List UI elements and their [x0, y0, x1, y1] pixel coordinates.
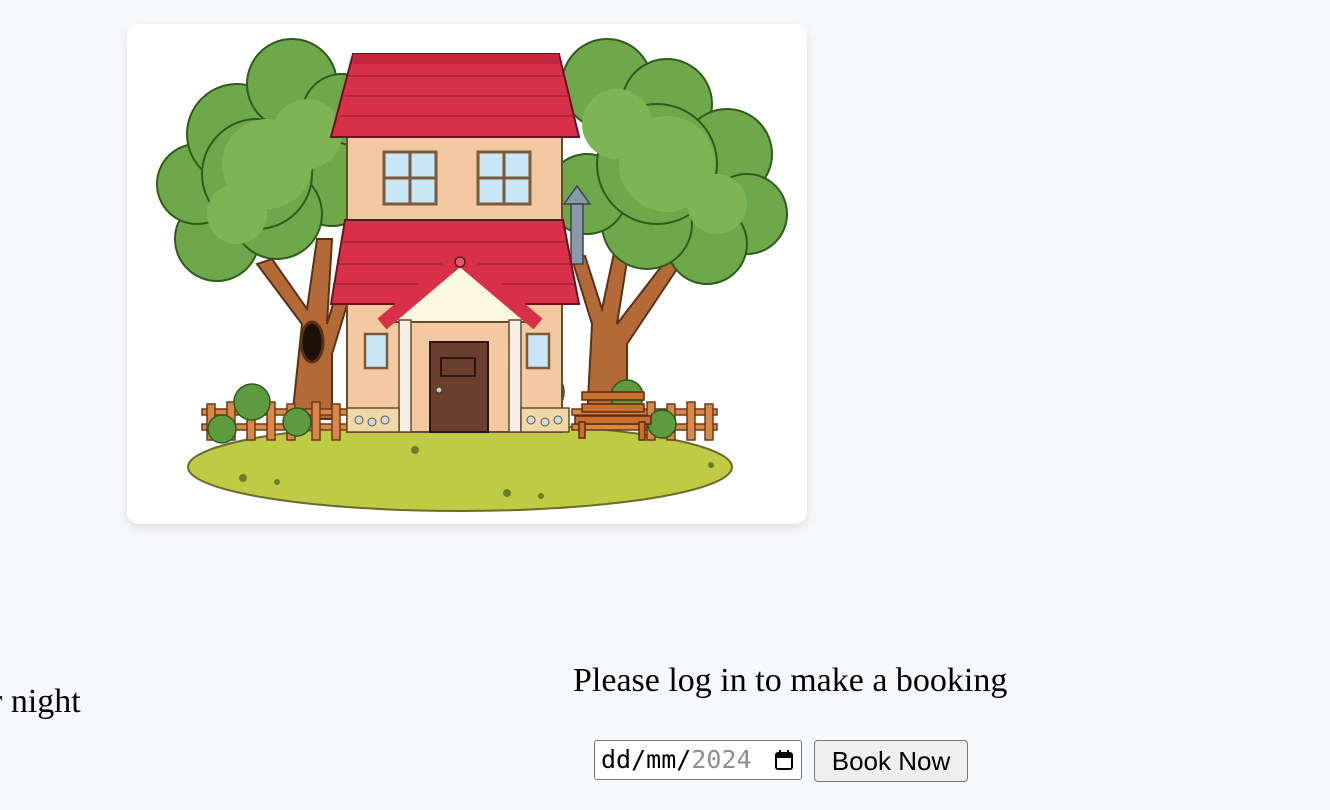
login-required-message: Please log in to make a booking	[573, 662, 1008, 699]
listing-photo-card	[127, 24, 807, 524]
date-separator: /	[631, 745, 647, 774]
date-year-placeholder: 2024	[691, 745, 752, 774]
house-illustration	[156, 38, 788, 512]
date-day-placeholder: dd	[601, 745, 632, 774]
date-month-placeholder: mm	[646, 745, 677, 774]
page: r night Please log in to make a booking …	[0, 0, 1330, 810]
book-now-button[interactable]: Book Now	[814, 740, 968, 782]
calendar-icon[interactable]	[775, 750, 793, 770]
price-per-night-text: r night	[0, 683, 81, 720]
booking-date-input[interactable]: dd/mm/2024	[594, 740, 802, 780]
date-separator: /	[676, 745, 692, 774]
